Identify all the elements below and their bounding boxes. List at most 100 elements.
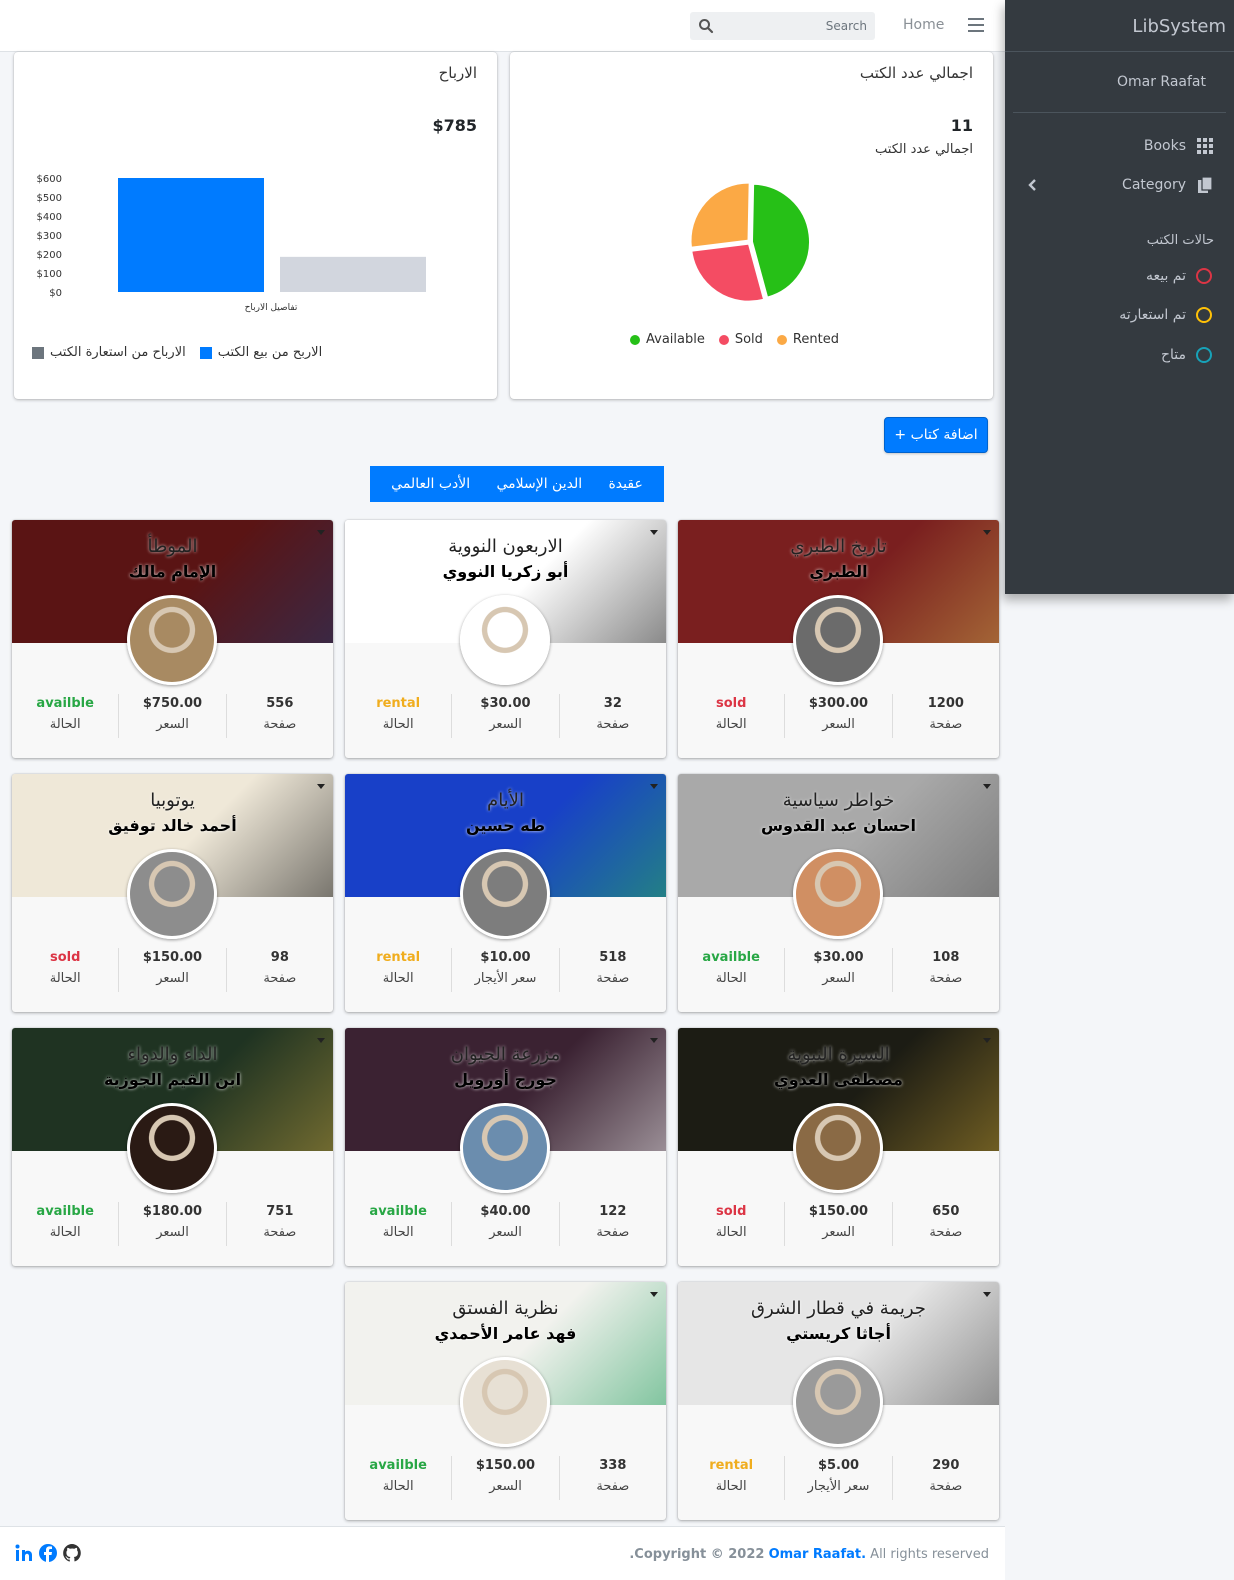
chevron-left-icon[interactable]: [1027, 178, 1039, 192]
caret-down-icon[interactable]: [650, 1292, 658, 1297]
status-value: rental: [376, 696, 421, 711]
card-title: الارباح: [438, 64, 477, 82]
book-author: طه حسين: [465, 816, 546, 835]
legend-item: Available: [630, 332, 705, 347]
legend-swatch: [776, 334, 787, 345]
add-book-button[interactable]: + اضافة كتاب: [884, 417, 988, 453]
brand-name[interactable]: LibSystem: [1132, 16, 1226, 37]
caret-down-icon[interactable]: [983, 1038, 991, 1043]
price-value: $30.00: [813, 950, 864, 965]
sidebar-item-label: Books: [1143, 138, 1186, 154]
divider: [1013, 112, 1226, 113]
footer: .Copyright © 2022 Omar Raafat. All right…: [0, 1526, 1005, 1580]
stat-pages: 108 صفحة: [891, 948, 999, 992]
status-value: sold: [715, 1204, 747, 1219]
tab-aqeeda[interactable]: عقيدة: [608, 476, 642, 492]
sidebar-status-available[interactable]: متاح: [1161, 347, 1212, 363]
hamburger-menu-icon[interactable]: [966, 16, 986, 34]
book-card[interactable]: مزرعة الحيوان جورج أورويل 122 صفحة $40.0…: [345, 1028, 666, 1266]
book-card[interactable]: جريمة في قطار الشرق أجاثا كريستي 290 صفح…: [678, 1282, 999, 1520]
pages-label: صفحة: [263, 717, 297, 732]
pie-slice-rented[interactable]: [689, 181, 751, 249]
sidebar-status-rented[interactable]: تم استعارته: [1119, 307, 1212, 323]
caret-down-icon[interactable]: [983, 530, 991, 535]
book-card[interactable]: الاربعون النووية أبو زكريا النووي 32 صفح…: [345, 520, 666, 758]
sidebar-item-category[interactable]: Category: [1122, 176, 1214, 194]
tab-world-literature[interactable]: الأدب العالمي: [391, 476, 470, 492]
sidebar-status-sold[interactable]: تم بيعه: [1146, 268, 1212, 284]
price-value: $10.00: [480, 950, 531, 965]
legend-swatch: [630, 334, 640, 345]
caret-down-icon[interactable]: [650, 530, 658, 535]
book-card[interactable]: الأيام طه حسين 518 صفحة $10.00 سعر الأيج…: [345, 774, 666, 1012]
author-avatar: [460, 1357, 550, 1447]
book-card[interactable]: الموطأ الإمام مالك 556 صفحة $750.00 السع…: [12, 520, 333, 758]
caret-down-icon[interactable]: [983, 1292, 991, 1297]
book-author: الطبري: [809, 562, 868, 581]
user-name[interactable]: Omar Raafat: [1117, 74, 1206, 90]
search-input[interactable]: [720, 12, 867, 40]
pie-slice-sold[interactable]: [690, 242, 766, 303]
status-value: availble: [702, 950, 760, 965]
status-label: الحالة: [49, 1225, 81, 1240]
author-avatar: [793, 1103, 883, 1193]
caret-down-icon[interactable]: [317, 784, 325, 789]
caret-down-icon[interactable]: [317, 530, 325, 535]
bar-sales[interactable]: [118, 178, 264, 292]
books-total-label: اجمالي عدد الكتب: [875, 142, 973, 157]
github-icon[interactable]: [62, 1543, 82, 1563]
stat-pages: 518 صفحة: [558, 948, 666, 992]
stat-pages: 650 صفحة: [891, 1202, 999, 1246]
author-avatar: [793, 595, 883, 685]
book-author: الإمام مالك: [128, 562, 217, 581]
book-stats: 290 صفحة $5.00 سعر الأيجار rental الحالة: [678, 1456, 999, 1500]
book-card[interactable]: الداء والدواء ابن القيم الجوزية 751 صفحة…: [12, 1028, 333, 1266]
price-value: $150.00: [808, 1204, 869, 1219]
stat-price: $10.00 سعر الأيجار: [451, 948, 558, 992]
legend-item: Sold: [718, 332, 763, 347]
search-icon[interactable]: [698, 18, 714, 34]
stat-status: sold الحالة: [678, 694, 784, 738]
sidebar-item-books[interactable]: Books: [1144, 137, 1214, 155]
circle-icon: [1196, 347, 1212, 363]
bar-rentals[interactable]: [280, 256, 426, 292]
caret-down-icon[interactable]: [317, 1038, 325, 1043]
pages-value: 338: [599, 1458, 627, 1473]
pie-slice-available[interactable]: [750, 182, 811, 299]
status-value: availble: [36, 1204, 94, 1219]
sidebar: LibSystem Omar Raafat Books Category حال…: [1005, 0, 1234, 594]
stat-price: $180.00 السعر: [118, 1202, 225, 1246]
pages-value: 98: [270, 950, 289, 965]
book-card[interactable]: نظرية الفستق فهد عامر الأحمدي 338 صفحة $…: [345, 1282, 666, 1520]
legend-swatch: [199, 346, 212, 359]
copyright-text: .Copyright © 2022 Omar Raafat. All right…: [629, 1547, 989, 1562]
pages-label: صفحة: [596, 1225, 630, 1240]
pages-label: صفحة: [929, 1225, 963, 1240]
caret-down-icon[interactable]: [650, 1038, 658, 1043]
book-card[interactable]: السيرة النبوية مصطفى العدوي 650 صفحة $15…: [678, 1028, 999, 1266]
book-stats: 556 صفحة $750.00 السعر availble الحالة: [12, 694, 333, 738]
caret-down-icon[interactable]: [650, 784, 658, 789]
book-stats: 518 صفحة $10.00 سعر الأيجار rental الحال…: [345, 948, 666, 992]
caret-down-icon[interactable]: [983, 784, 991, 789]
stat-pages: 290 صفحة: [891, 1456, 999, 1500]
book-author: احسان عبد القدوس: [760, 816, 917, 835]
sidebar-item-label: Category: [1122, 177, 1186, 193]
pages-value: 556: [266, 696, 294, 711]
home-link[interactable]: Home: [903, 17, 944, 33]
y-tick-label: $400: [37, 212, 62, 223]
linkedin-icon[interactable]: [14, 1543, 34, 1563]
circle-icon: [1196, 268, 1212, 284]
book-card[interactable]: تاريخ الطبري الطبري 1200 صفحة $300.00 ال…: [678, 520, 999, 758]
price-label: السعر: [489, 1225, 522, 1240]
tab-islamic-religion[interactable]: الدين الإسلامي: [496, 476, 582, 492]
stat-pages: 32 صفحة: [558, 694, 666, 738]
facebook-icon[interactable]: [38, 1543, 58, 1563]
book-card[interactable]: خواطر سياسية احسان عبد القدوس 108 صفحة $…: [678, 774, 999, 1012]
copyright-owner-link[interactable]: Omar Raafat.: [769, 1547, 866, 1562]
search-box[interactable]: [690, 12, 875, 40]
book-author: مصطفى العدوي: [774, 1070, 903, 1089]
book-stats: 32 صفحة $30.00 السعر rental الحالة: [345, 694, 666, 738]
book-card[interactable]: يوتوبيا أحمد خالد توفيق 98 صفحة $150.00 …: [12, 774, 333, 1012]
profit-total: $785: [432, 116, 477, 135]
